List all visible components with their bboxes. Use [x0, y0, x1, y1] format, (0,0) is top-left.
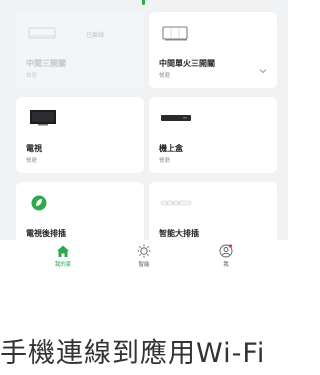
- notification-badge: [228, 244, 233, 248]
- tab-me[interactable]: 我: [206, 244, 246, 270]
- tab-label: 我: [223, 262, 229, 268]
- device-card-middle-three-switch[interactable]: 已離線 中間三開關 餐廳: [16, 12, 144, 88]
- device-card-set-top-box[interactable]: 機上盒 餐廳: [149, 97, 277, 173]
- device-name: 中間三開關: [26, 59, 66, 68]
- set-top-box-icon: [161, 115, 191, 121]
- device-room: 餐廳: [159, 73, 171, 79]
- power-strip-leaf-icon: [31, 195, 47, 211]
- switch-icon: [28, 27, 56, 39]
- tab-label: 我的家: [54, 262, 72, 268]
- offline-status: 已離線: [86, 32, 105, 39]
- scroll-indicator: [142, 0, 145, 5]
- instruction-caption: 手機連線到應用Wi-Fi: [0, 338, 266, 369]
- chevron-down-icon[interactable]: [259, 68, 267, 74]
- power-strip-icon: [160, 200, 192, 206]
- device-card-single-fire-switch[interactable]: 中間單火三開關 餐廳: [149, 12, 277, 88]
- home-icon: [57, 245, 69, 257]
- bottom-tab-bar: 我的家 智能 我: [0, 240, 288, 272]
- smart-icon: [137, 244, 151, 258]
- device-room: 餐廳: [26, 158, 38, 164]
- tab-label: 智能: [138, 262, 150, 268]
- device-name: 智能大排插: [159, 229, 199, 238]
- device-name: 中間單火三開關: [159, 59, 215, 68]
- device-room: 餐廳: [159, 158, 171, 164]
- device-name: 電視後排插: [26, 229, 66, 238]
- tv-icon: [30, 110, 56, 126]
- device-name: 機上盒: [159, 144, 183, 153]
- profile-icon: [219, 244, 233, 258]
- device-list-screen: 已離線 中間三開關 餐廳 中間單火三開關 餐廳 電視 餐廳 機上盒 餐廳 電視後…: [0, 0, 288, 272]
- device-name: 電視: [26, 144, 42, 153]
- device-room: 餐廳: [26, 73, 38, 79]
- tab-smart[interactable]: 智能: [124, 244, 164, 270]
- single-fire-switch-icon: [162, 26, 188, 41]
- device-card-tv[interactable]: 電視 餐廳: [16, 97, 144, 173]
- tab-home[interactable]: 我的家: [43, 244, 83, 270]
